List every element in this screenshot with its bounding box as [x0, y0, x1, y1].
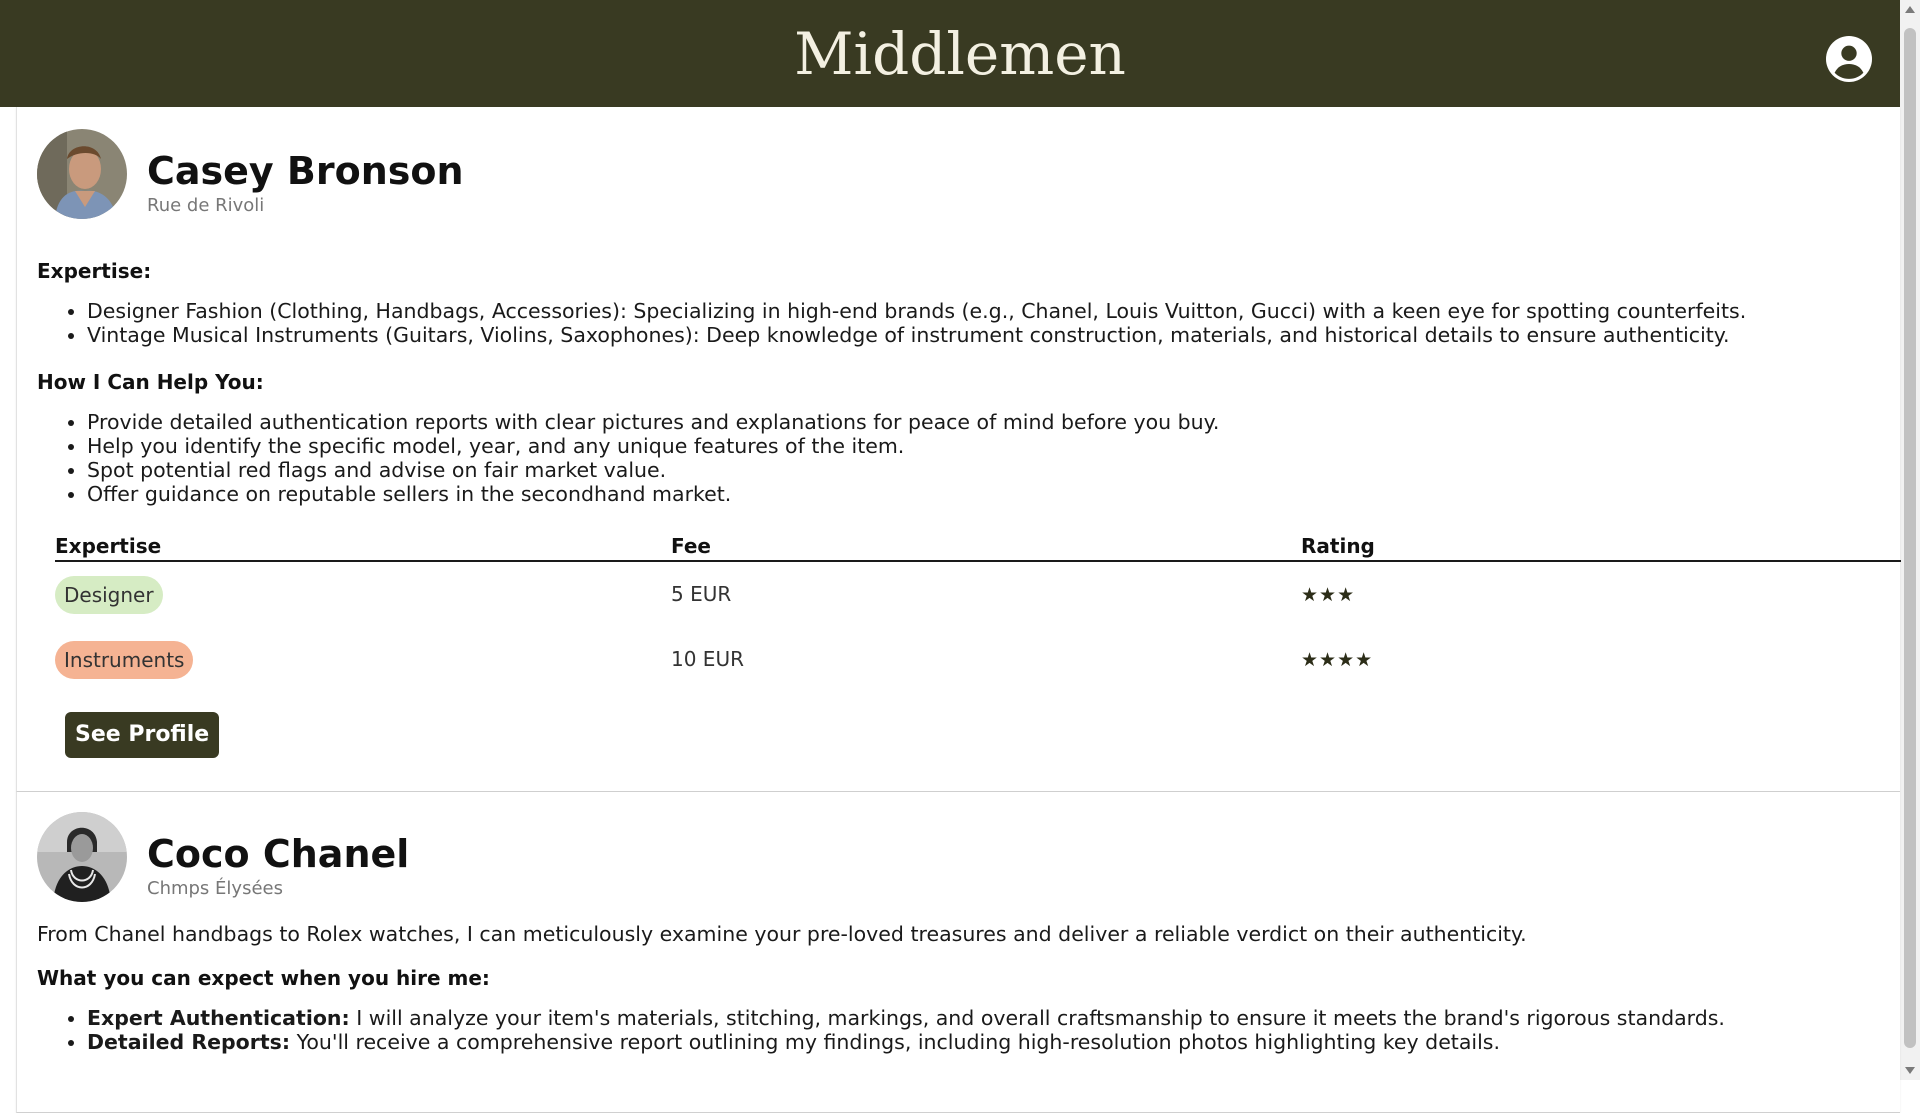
- fee-value: 10 EUR: [671, 647, 744, 671]
- avatar: [37, 129, 127, 219]
- scroll-up-arrow-icon[interactable]: [1905, 6, 1915, 13]
- avatar-photo-coco: [37, 812, 127, 902]
- profile-card: Casey Bronson Rue de Rivoli Expertise: D…: [16, 107, 1901, 792]
- expertise-tag-instruments[interactable]: Instruments: [55, 641, 194, 679]
- list-item-text: You'll receive a comprehensive report ou…: [290, 1030, 1500, 1054]
- list-item-text: I will analyze your item's materials, st…: [349, 1006, 1725, 1030]
- profile-location: Rue de Rivoli: [147, 195, 265, 216]
- expertise-fee-table: Expertise Fee Rating Designer 5 EUR ★★★ …: [55, 530, 1901, 692]
- list-item: Vintage Musical Instruments (Guitars, Vi…: [87, 323, 1746, 347]
- list-item: Designer Fashion (Clothing, Handbags, Ac…: [87, 299, 1746, 323]
- top-header: Middlemen: [0, 0, 1900, 107]
- account-circle-icon[interactable]: [1826, 36, 1872, 82]
- table-header-row: Expertise Fee Rating: [55, 530, 1901, 562]
- expertise-list: Designer Fashion (Clothing, Handbags, Ac…: [37, 299, 1746, 347]
- avatar-photo-casey: [37, 129, 127, 219]
- profile-card: Coco Chanel Chmps Élysées From Chanel ha…: [16, 792, 1900, 1113]
- page-scrollbar[interactable]: [1900, 0, 1920, 1080]
- expertise-heading: Expertise:: [37, 259, 152, 283]
- scroll-thumb[interactable]: [1904, 28, 1916, 1048]
- profile-name[interactable]: Casey Bronson: [147, 149, 464, 193]
- column-header-expertise: Expertise: [55, 534, 162, 558]
- scroll-down-arrow-icon[interactable]: [1905, 1067, 1915, 1074]
- list-item: Expert Authentication: I will analyze yo…: [87, 1006, 1725, 1030]
- avatar: [37, 812, 127, 902]
- profile-location: Chmps Élysées: [147, 878, 283, 899]
- help-list: Provide detailed authentication reports …: [37, 410, 1219, 506]
- table-row: Instruments 10 EUR ★★★★: [55, 627, 1901, 692]
- table-row: Designer 5 EUR ★★★: [55, 562, 1901, 627]
- expertise-tag-designer[interactable]: Designer: [55, 576, 163, 614]
- expect-heading: What you can expect when you hire me:: [37, 966, 490, 990]
- expect-list: Expert Authentication: I will analyze yo…: [37, 1006, 1725, 1054]
- list-item: Offer guidance on reputable sellers in t…: [87, 482, 1219, 506]
- column-header-rating: Rating: [1301, 534, 1375, 558]
- list-item: Help you identify the specific model, ye…: [87, 434, 1219, 458]
- see-profile-button[interactable]: See Profile: [65, 712, 220, 758]
- profile-name[interactable]: Coco Chanel: [147, 832, 409, 876]
- help-heading: How I Can Help You:: [37, 370, 264, 394]
- star-rating: ★★★★: [1301, 649, 1374, 671]
- list-item: Spot potential red flags and advise on f…: [87, 458, 1219, 482]
- list-item-lead: Detailed Reports:: [87, 1030, 291, 1054]
- fee-value: 5 EUR: [671, 582, 732, 606]
- list-item: Provide detailed authentication reports …: [87, 410, 1219, 434]
- star-rating: ★★★: [1301, 584, 1356, 606]
- profile-intro: From Chanel handbags to Rolex watches, I…: [37, 922, 1527, 946]
- column-header-fee: Fee: [671, 534, 711, 558]
- middlemen-feed: Casey Bronson Rue de Rivoli Expertise: D…: [16, 107, 1901, 1113]
- list-item: Detailed Reports: You'll receive a compr…: [87, 1030, 1725, 1054]
- list-item-lead: Expert Authentication:: [87, 1006, 350, 1030]
- brand-logo[interactable]: Middlemen: [794, 20, 1126, 88]
